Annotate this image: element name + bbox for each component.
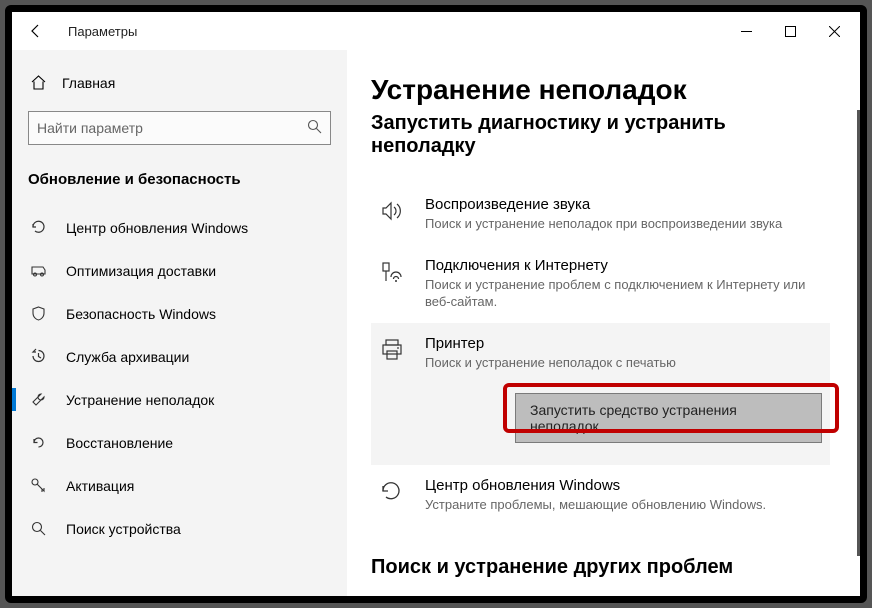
sync-icon [28,219,48,236]
finddevice-icon [28,520,48,537]
window-body: Главная Обновление и безопасность Центр … [12,50,860,596]
sidebar-item-security[interactable]: Безопасность Windows [12,292,347,335]
troubleshooter-internet[interactable]: Подключения к Интернету Поиск и устранен… [371,245,830,323]
page-subtitle: Запустить диагностику и устранить непола… [371,112,830,158]
sidebar-item-label: Устранение неполадок [66,392,214,408]
close-button[interactable] [812,16,856,46]
troubleshooter-bluetooth[interactable]: Bluetooth [371,585,830,596]
titlebar: Параметры [12,12,860,50]
audio-icon [379,198,405,233]
recovery-icon [28,434,48,451]
troubleshooter-audio[interactable]: Воспроизведение звука Поиск и устранение… [371,184,830,245]
troubleshooter-title: Подключения к Интернету [425,257,822,274]
troubleshooter-printer[interactable]: Принтер Поиск и устранение неполадок с п… [371,323,830,466]
sidebar-item-delivery[interactable]: Оптимизация доставки [12,249,347,292]
sidebar-item-find-device[interactable]: Поиск устройства [12,507,347,550]
troubleshooter-title: Центр обновления Windows [425,477,822,494]
main-content: Устранение неполадок Запустить диагности… [347,50,860,596]
home-icon [28,74,48,91]
category-header: Обновление и безопасность [12,163,347,206]
scrollbar[interactable] [857,110,860,556]
home-label: Главная [62,75,115,91]
troubleshooter-desc: Поиск и устранение неполадок с печатью [425,354,822,372]
printer-icon [379,337,405,444]
troubleshooter-desc: Поиск и устранение неполадок при воспрои… [425,215,822,233]
sidebar-item-recovery[interactable]: Восстановление [12,421,347,464]
troubleshooter-title: Воспроизведение звука [425,196,822,213]
run-troubleshooter-button[interactable]: Запустить средство устранения неполадок [515,393,822,443]
sidebar-item-label: Активация [66,478,134,494]
maximize-button[interactable] [768,16,812,46]
activation-icon [28,477,48,494]
search-box[interactable] [28,111,331,145]
troubleshooter-windows-update[interactable]: Центр обновления Windows Устраните пробл… [371,465,830,526]
sync-icon [379,479,403,514]
troubleshooter-desc: Устраните проблемы, мешающие обновлению … [425,496,822,514]
shield-icon [28,305,48,322]
window-title: Параметры [68,24,137,39]
sidebar-item-label: Безопасность Windows [66,306,216,322]
sidebar-item-label: Восстановление [66,435,173,451]
wifi-icon [379,259,405,311]
search-input[interactable] [37,120,307,136]
delivery-icon [28,262,48,279]
settings-window: Параметры Главная [5,5,867,603]
back-button[interactable] [22,17,50,45]
sidebar-item-windows-update[interactable]: Центр обновления Windows [12,206,347,249]
troubleshooter-desc: Поиск и устранение проблем с подключение… [425,276,822,311]
sidebar-item-backup[interactable]: Служба архивации [12,335,347,378]
search-icon [307,119,322,137]
sidebar-item-label: Оптимизация доставки [66,263,216,279]
sidebar-item-label: Поиск устройства [66,521,181,537]
section-other-title: Поиск и устранение других проблем [371,556,830,579]
page-title: Устранение неполадок [371,74,830,106]
sidebar: Главная Обновление и безопасность Центр … [12,50,347,596]
wrench-icon [28,391,48,408]
minimize-button[interactable] [724,16,768,46]
sidebar-item-troubleshoot[interactable]: Устранение неполадок [12,378,347,421]
home-button[interactable]: Главная [12,66,347,99]
sidebar-item-activation[interactable]: Активация [12,464,347,507]
troubleshooter-title: Принтер [425,335,822,352]
backup-icon [28,348,48,365]
troubleshooter-list: Воспроизведение звука Поиск и устранение… [371,184,830,526]
sidebar-item-label: Служба архивации [66,349,189,365]
sidebar-item-label: Центр обновления Windows [66,220,248,236]
